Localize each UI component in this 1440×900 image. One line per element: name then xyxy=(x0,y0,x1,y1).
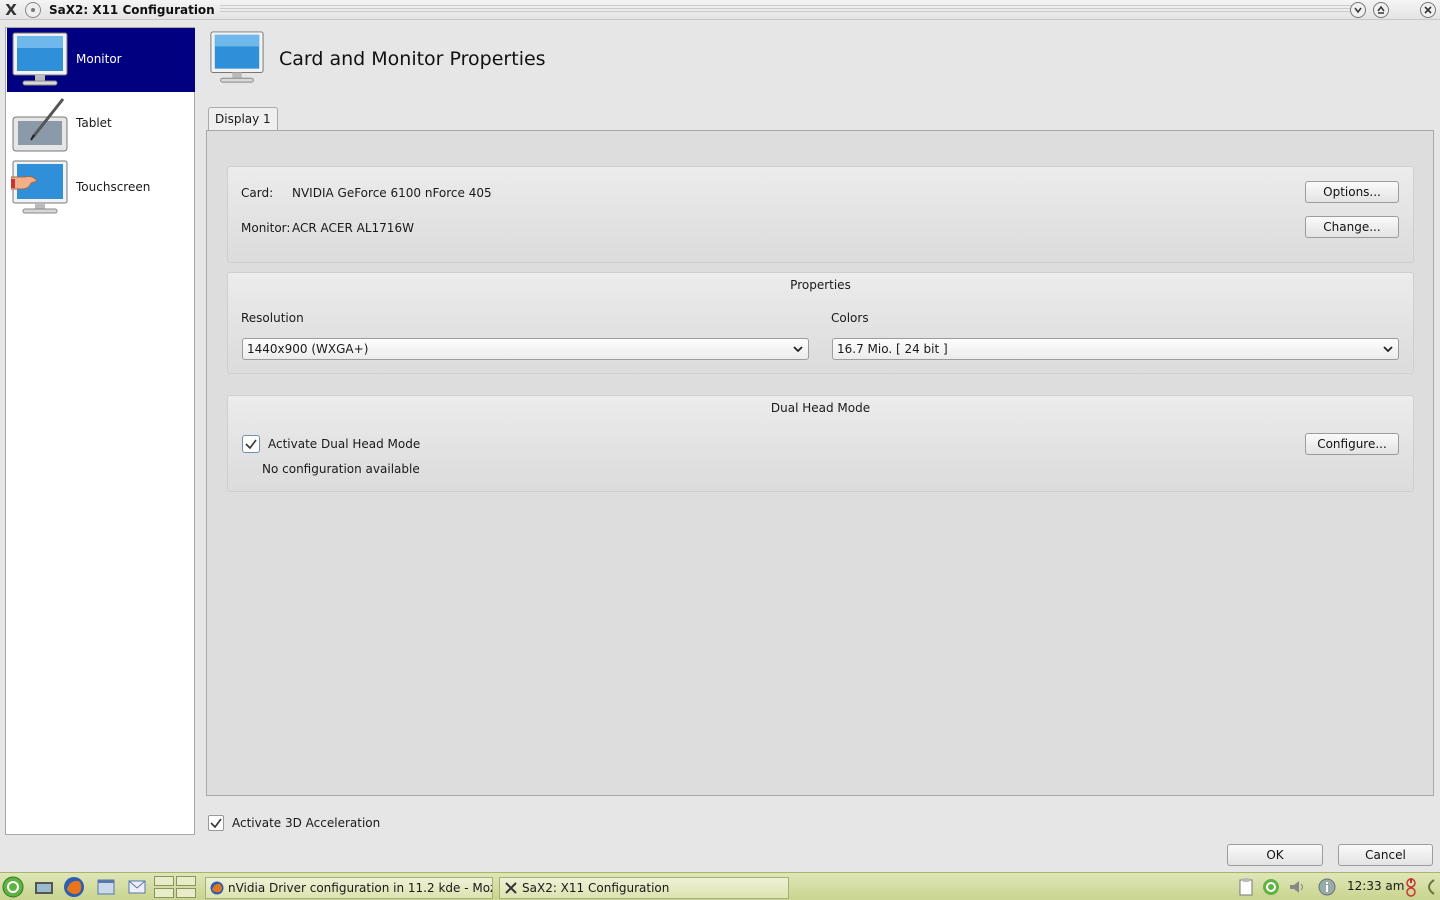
sidebar-item-touchscreen[interactable]: Touchscreen xyxy=(7,156,195,220)
desktop-icon[interactable] xyxy=(33,876,55,898)
dual-head-checkbox-label[interactable]: Activate Dual Head Mode xyxy=(268,437,420,451)
sidebar-item-label: Monitor xyxy=(76,52,122,66)
volume-icon[interactable] xyxy=(1287,877,1307,897)
sidebar-item-label: Touchscreen xyxy=(76,180,151,194)
sidebar-item-tablet[interactable]: Tablet xyxy=(7,92,195,156)
file-manager-icon[interactable] xyxy=(95,876,117,898)
dual-head-group: Dual Head Mode Activate Dual Head Mode N… xyxy=(227,395,1414,492)
chevron-down-icon xyxy=(793,346,803,353)
tab-display-1[interactable]: Display 1 xyxy=(208,107,278,131)
dual-head-status: No configuration available xyxy=(262,462,420,476)
minimize-icon[interactable] xyxy=(1350,2,1366,18)
properties-title: Properties xyxy=(790,278,851,292)
taskbar-task-firefox[interactable]: nVidia Driver configuration in 11.2 kde … xyxy=(205,877,493,899)
tablet-icon xyxy=(12,98,68,152)
acceleration-label[interactable]: Activate 3D Acceleration xyxy=(232,816,380,830)
close-icon[interactable] xyxy=(1420,2,1436,18)
colors-label: Colors xyxy=(831,311,869,325)
sidebar-item-label: Tablet xyxy=(76,116,112,130)
page-title: Card and Monitor Properties xyxy=(279,48,546,70)
task-label: nVidia Driver configuration in 11.2 kde … xyxy=(228,881,492,895)
info-icon[interactable] xyxy=(1317,877,1337,897)
sax2-icon xyxy=(505,882,517,894)
power-icon[interactable] xyxy=(1404,877,1418,897)
card-monitor-group: Card: NVIDIA GeForce 6100 nForce 405 Mon… xyxy=(227,166,1414,263)
resolution-select[interactable]: 1440x900 (WXGA+) xyxy=(242,338,809,360)
taskbar-task-sax2[interactable]: SaX2: X11 Configuration xyxy=(499,877,789,899)
colors-select[interactable]: 16.7 Mio. [ 24 bit ] xyxy=(832,338,1399,360)
task-label: SaX2: X11 Configuration xyxy=(522,881,670,895)
kmenu-icon[interactable] xyxy=(2,876,24,898)
options-button[interactable]: Options... xyxy=(1305,181,1399,203)
properties-group: Properties Resolution Colors 1440x900 (W… xyxy=(227,272,1414,374)
acceleration-checkbox[interactable] xyxy=(208,815,224,831)
ok-button[interactable]: OK xyxy=(1227,844,1323,866)
colors-value: 16.7 Mio. [ 24 bit ] xyxy=(837,342,948,356)
monitor-icon xyxy=(12,32,68,86)
dual-head-checkbox[interactable] xyxy=(242,435,260,453)
resolution-label: Resolution xyxy=(241,311,304,325)
touchscreen-icon xyxy=(11,160,68,214)
change-button[interactable]: Change... xyxy=(1305,216,1399,238)
cancel-button[interactable]: Cancel xyxy=(1338,844,1433,866)
monitor-label: Monitor: xyxy=(241,221,291,235)
configure-button[interactable]: Configure... xyxy=(1305,433,1399,455)
clipboard-icon[interactable] xyxy=(1236,877,1256,897)
main-panel: Card and Monitor Properties Display 1 Ca… xyxy=(206,27,1435,835)
window-title: SaX2: X11 Configuration xyxy=(49,3,215,17)
dual-head-title: Dual Head Mode xyxy=(770,401,871,415)
card-label: Card: xyxy=(241,186,274,200)
sidebar-item-monitor[interactable]: Monitor xyxy=(7,28,195,92)
window-menu-icon[interactable] xyxy=(25,2,41,18)
firefox-icon[interactable] xyxy=(63,876,85,898)
monitor-value: ACR ACER AL1716W xyxy=(292,221,414,235)
monitor-icon xyxy=(210,31,264,83)
desktop-pager[interactable] xyxy=(154,876,198,898)
kontact-icon[interactable] xyxy=(126,876,148,898)
clock[interactable]: 12:33 am xyxy=(1347,879,1404,893)
firefox-icon xyxy=(210,881,224,895)
panel-hide-icon[interactable] xyxy=(1420,877,1440,897)
window-titlebar: X SaX2: X11 Configuration xyxy=(0,0,1440,20)
maximize-icon[interactable] xyxy=(1373,2,1389,18)
check-icon xyxy=(245,439,257,450)
sax2-app-icon[interactable]: X xyxy=(3,2,19,18)
network-icon[interactable] xyxy=(1261,877,1281,897)
card-value: NVIDIA GeForce 6100 nForce 405 xyxy=(292,186,492,200)
check-icon xyxy=(210,818,222,829)
titlebar-decoration xyxy=(220,5,1355,14)
taskbar: nVidia Driver configuration in 11.2 kde … xyxy=(0,872,1440,900)
module-sidebar: Monitor Tablet Touchscreen xyxy=(5,27,195,835)
resolution-value: 1440x900 (WXGA+) xyxy=(247,342,369,356)
display-tab-pane: Card: NVIDIA GeForce 6100 nForce 405 Mon… xyxy=(206,130,1434,796)
chevron-down-icon xyxy=(1383,346,1393,353)
